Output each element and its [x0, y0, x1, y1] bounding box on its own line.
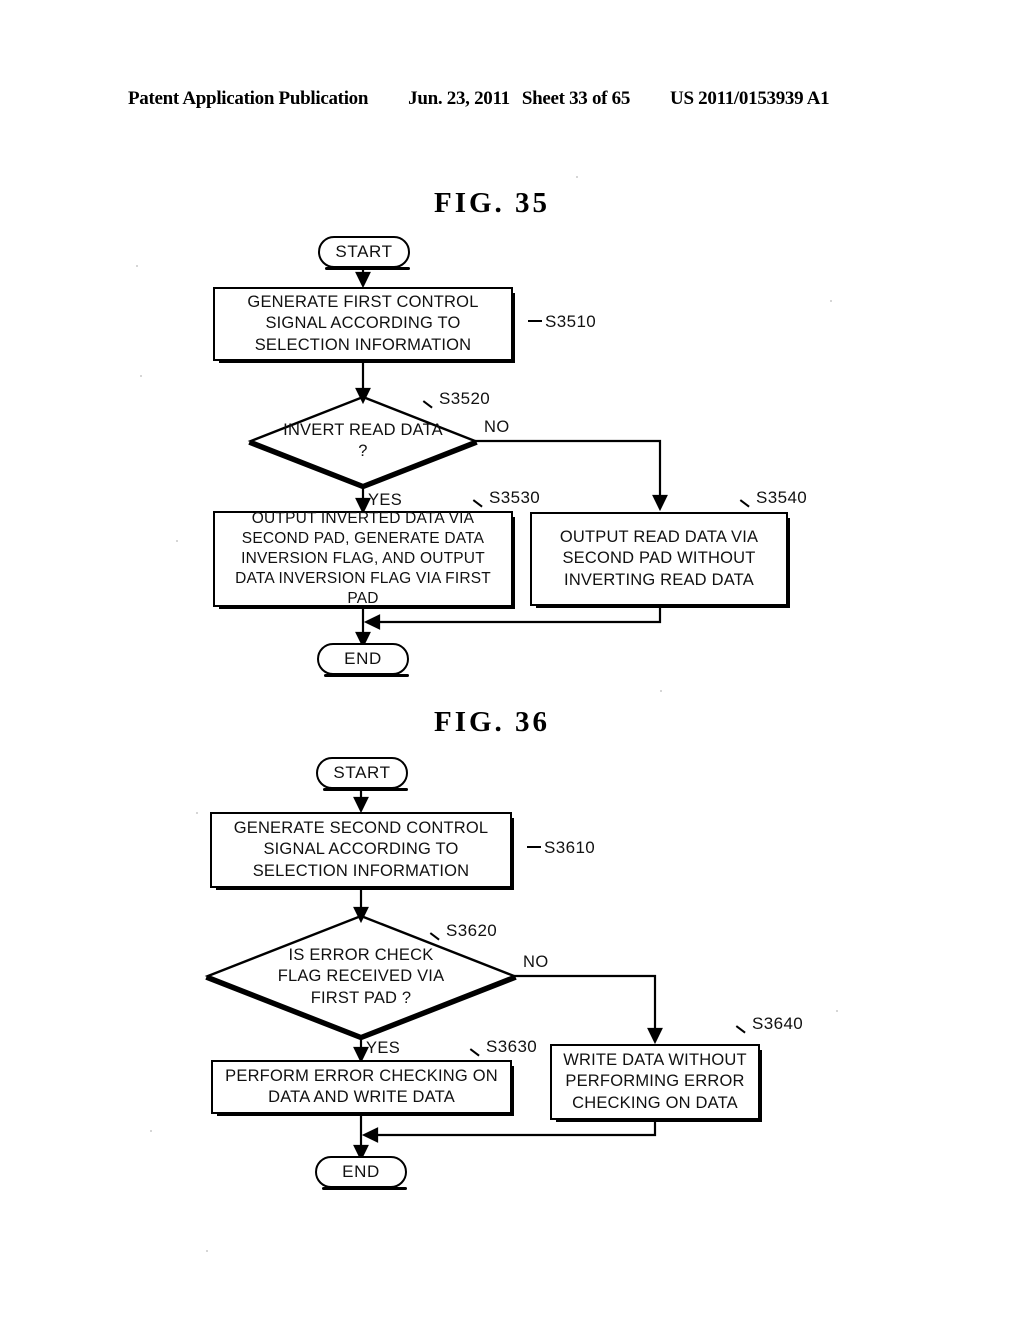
fig36-step-s3610: GENERATE SECOND CONTROL SIGNAL ACCORDING…	[210, 812, 514, 890]
scan-speck	[206, 1250, 208, 1252]
header-date-label: Jun. 23, 2011	[408, 88, 510, 109]
fig35-decision-s3520-label: INVERT READ DATA ?	[283, 420, 443, 460]
fig35-ref-s3520: S3520	[422, 389, 490, 409]
fig36-step-s3630-label: PERFORM ERROR CHECKING ON DATA AND WRITE…	[225, 1066, 498, 1106]
fig36-decision-s3620: IS ERROR CHECK FLAG RECEIVED VIA FIRST P…	[272, 944, 450, 1010]
fig35-ref-s3510: S3510	[528, 312, 596, 332]
fig35-step-s3540-label: OUTPUT READ DATA VIA SECOND PAD WITHOUT …	[559, 527, 759, 589]
scan-speck	[150, 1130, 152, 1132]
fig35-decision-s3520: INVERT READ DATA ?	[279, 418, 447, 464]
fig35-start-label: START	[335, 242, 393, 261]
fig35-step-s3510: GENERATE FIRST CONTROL SIGNAL ACCORDING …	[213, 287, 515, 363]
fig36-ref-s3630: S3630	[469, 1037, 537, 1057]
scan-speck	[196, 812, 198, 814]
header-publication-label: Patent Application Publication	[128, 88, 369, 109]
fig36-decision-s3620-label: IS ERROR CHECK FLAG RECEIVED VIA FIRST P…	[277, 945, 445, 1007]
fig35-step-s3530: OUTPUT INVERTED DATA VIA SECOND PAD, GEN…	[213, 509, 515, 609]
fig36-branch-no: NO	[523, 953, 549, 971]
fig35-branch-no: NO	[484, 418, 510, 436]
fig36-step-s3640-label: WRITE DATA WITHOUT PERFORMING ERROR CHEC…	[563, 1050, 747, 1112]
fig36-step-s3630: PERFORM ERROR CHECKING ON DATA AND WRITE…	[211, 1060, 514, 1116]
fig35-step-s3540: OUTPUT READ DATA VIA SECOND PAD WITHOUT …	[530, 512, 790, 608]
header-publication-number: US 2011/0153939 A1	[670, 88, 830, 109]
scan-speck	[660, 690, 662, 692]
scan-speck	[140, 375, 142, 377]
scan-speck	[830, 300, 832, 302]
fig36-step-s3640: WRITE DATA WITHOUT PERFORMING ERROR CHEC…	[550, 1044, 762, 1122]
fig36-ref-s3610: S3610	[527, 838, 595, 858]
fig36-end-label: END	[342, 1162, 380, 1181]
scan-speck	[176, 540, 178, 542]
fig36-start-node: START	[316, 757, 408, 791]
fig36-end-node: END	[315, 1156, 407, 1190]
scan-speck	[836, 1010, 838, 1012]
header-sheet-label: Sheet 33 of 65	[521, 88, 631, 109]
fig36-start-label: START	[333, 763, 391, 782]
figure-36-title: FIG. 36	[434, 706, 551, 738]
scan-speck	[576, 176, 578, 178]
fig35-end-label: END	[344, 649, 382, 668]
fig36-ref-s3640: S3640	[735, 1014, 803, 1034]
figure-35-title: FIG. 35	[434, 187, 551, 219]
fig35-ref-s3530: S3530	[472, 488, 540, 508]
fig35-ref-s3540: S3540	[739, 488, 807, 508]
scan-speck	[136, 265, 138, 267]
fig36-step-s3610-label: GENERATE SECOND CONTROL SIGNAL ACCORDING…	[233, 818, 489, 880]
fig35-end-node: END	[317, 643, 409, 677]
fig36-ref-s3620: S3620	[429, 921, 497, 941]
fig35-start-node: START	[318, 236, 410, 270]
fig35-branch-yes: YES	[368, 491, 403, 509]
fig36-branch-yes: YES	[366, 1039, 401, 1057]
fig35-step-s3530-label: OUTPUT INVERTED DATA VIA SECOND PAD, GEN…	[235, 509, 491, 608]
page-header: Patent Application Publication Jun. 23, …	[128, 88, 896, 114]
fig35-step-s3510-label: GENERATE FIRST CONTROL SIGNAL ACCORDING …	[247, 292, 479, 354]
